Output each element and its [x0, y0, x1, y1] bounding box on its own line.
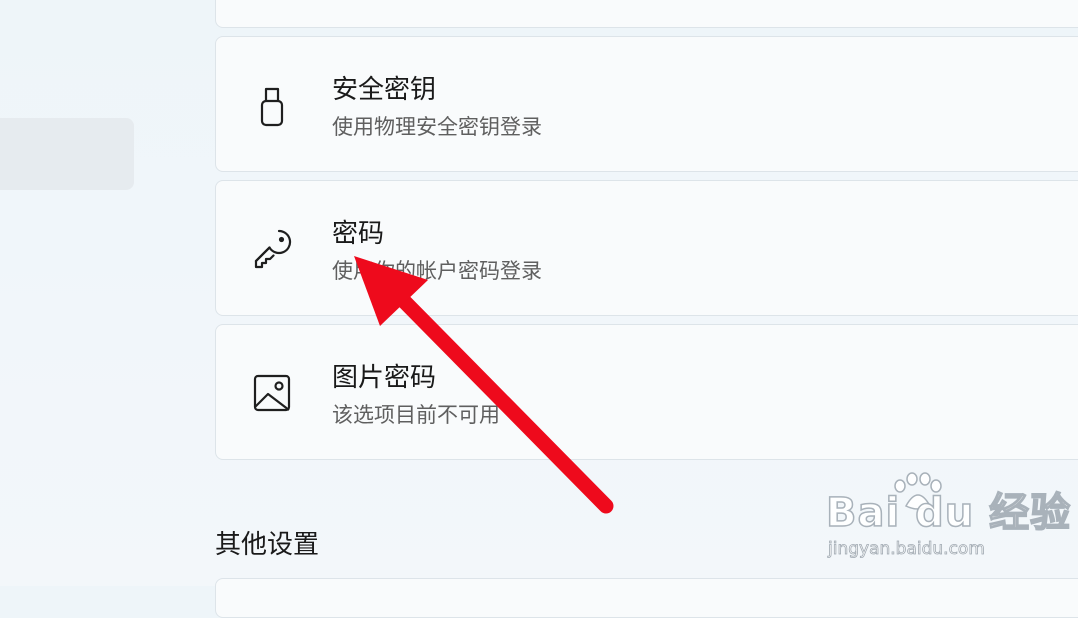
picture-icon: [248, 369, 296, 417]
usb-key-icon: [248, 81, 296, 129]
watermark-brand: Bai du 经验: [825, 489, 1072, 537]
watermark-url: jingyan.baidu.com: [828, 539, 986, 560]
signin-option-password[interactable]: 密码 使用你的帐户密码登录: [215, 180, 1078, 316]
option-title: 图片密码: [332, 363, 437, 393]
section-heading-other-settings: 其他设置: [215, 530, 320, 560]
signin-option-card-partial[interactable]: [215, 0, 1078, 28]
signin-option-security-key[interactable]: 安全密钥 使用物理安全密钥登录: [215, 36, 1078, 172]
option-subtitle: 该选项目前不可用: [332, 403, 500, 427]
option-subtitle: 使用你的帐户密码登录: [332, 259, 542, 283]
option-subtitle: 使用物理安全密钥登录: [332, 115, 542, 139]
option-title: 密码: [332, 219, 385, 249]
signin-option-picture-password[interactable]: 图片密码 该选项目前不可用: [215, 324, 1078, 460]
sidebar-selected-item[interactable]: [0, 118, 134, 190]
key-icon: [248, 225, 296, 273]
baidu-jingyan-watermark: Bai du 经验 jingyan.baidu.com: [825, 472, 1071, 564]
other-settings-card-partial[interactable]: [215, 578, 1078, 618]
option-title: 安全密钥: [332, 75, 437, 105]
